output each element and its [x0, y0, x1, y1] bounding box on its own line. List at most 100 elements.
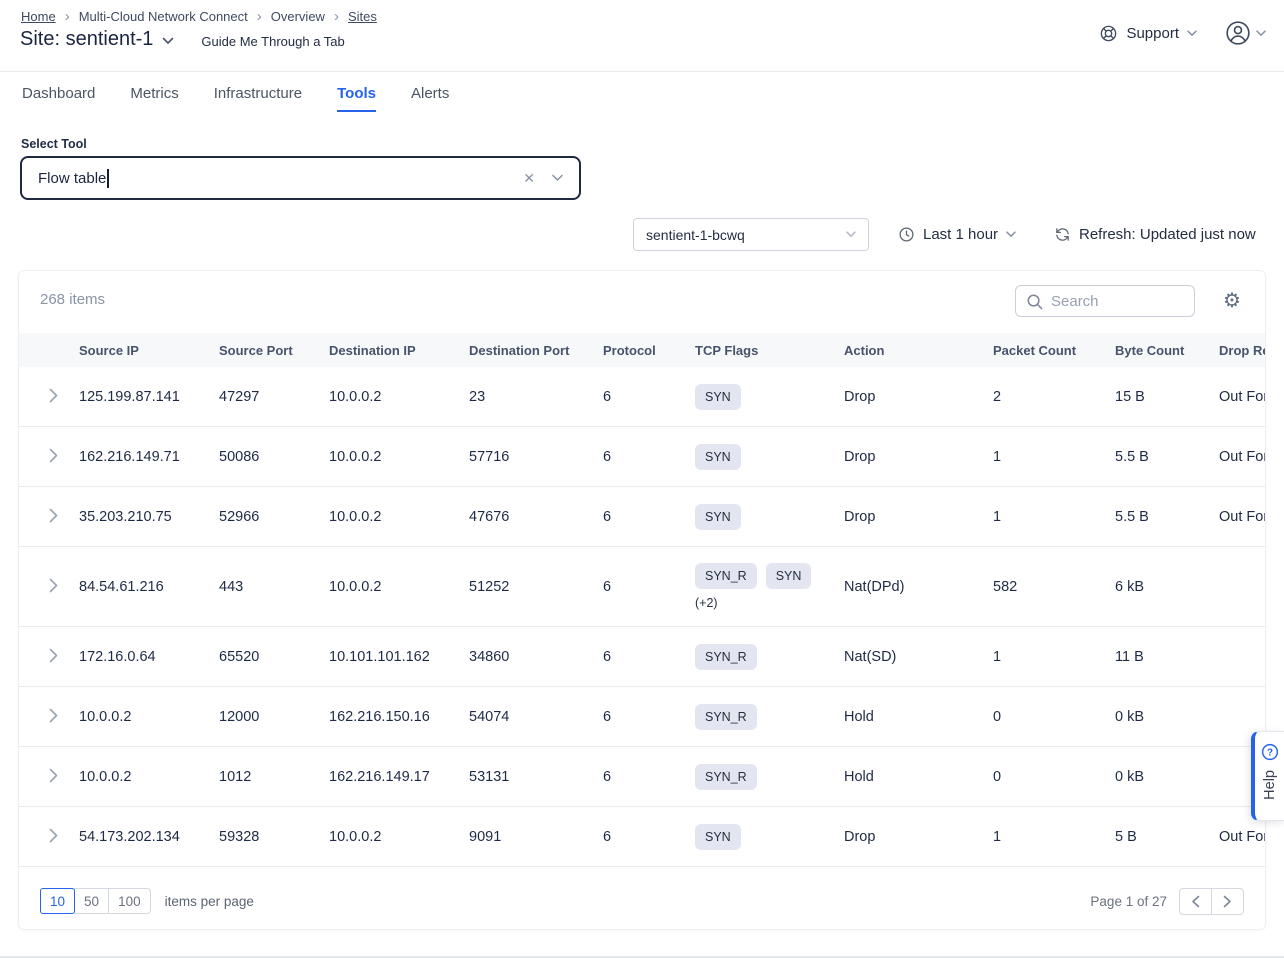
- tcp-flag-badge: SYN: [695, 824, 741, 850]
- cell-byte-count: 5.5 B: [1115, 449, 1219, 465]
- clear-icon[interactable]: ✕: [523, 171, 535, 185]
- cell-source-port: 1012: [219, 769, 329, 785]
- column-header: Destination IP: [329, 343, 469, 358]
- cell-source-port: 65520: [219, 649, 329, 665]
- tcp-flag-badge: SYN_R: [695, 704, 757, 730]
- guide-me-link[interactable]: Guide Me Through a Tab: [201, 34, 344, 49]
- cell-byte-count: 0 kB: [1115, 769, 1219, 785]
- cell-tcp-flags: SYN_RSYN(+2): [695, 547, 844, 626]
- cell-tcp-flags: SYN: [695, 808, 844, 866]
- page-size-100[interactable]: 100: [108, 888, 151, 914]
- prev-page-button[interactable]: [1179, 888, 1212, 915]
- row-expand-button[interactable]: [47, 646, 60, 665]
- help-label: Help: [1262, 770, 1278, 800]
- cell-dest-ip: 10.0.0.2: [329, 389, 469, 405]
- tab-metrics[interactable]: Metrics: [130, 85, 178, 112]
- cell-byte-count: 6 kB: [1115, 579, 1219, 595]
- table-settings-gear-icon[interactable]: ⚙: [1223, 287, 1241, 315]
- select-tool-label: Select Tool: [21, 137, 87, 151]
- page-title: Site: sentient-1: [20, 28, 153, 51]
- cell-drop-reason: Out For: [1219, 829, 1266, 845]
- row-expand-button[interactable]: [47, 766, 60, 785]
- support-icon: [1099, 24, 1118, 43]
- page-size-50[interactable]: 50: [74, 888, 109, 914]
- row-expand-button[interactable]: [47, 826, 60, 845]
- table-header-row: Source IPSource PortDestination IPDestin…: [19, 333, 1266, 367]
- cell-packet-count: 582: [993, 579, 1115, 595]
- breadcrumb-item[interactable]: Home: [21, 9, 56, 24]
- search-input[interactable]: [1051, 293, 1184, 310]
- avatar-icon: [1225, 20, 1251, 46]
- cell-action: Drop: [844, 449, 993, 465]
- node-select[interactable]: sentient-1-bcwq: [633, 218, 869, 251]
- cell-source-ip: 10.0.0.2: [79, 769, 219, 785]
- page-size-10[interactable]: 10: [40, 888, 75, 914]
- breadcrumb-separator-icon: ›: [257, 10, 262, 23]
- refresh-button[interactable]: Refresh: Updated just now: [1054, 218, 1256, 251]
- tab-tools[interactable]: Tools: [337, 85, 376, 112]
- cell-action: Drop: [844, 829, 993, 845]
- cell-action: Nat(SD): [844, 649, 993, 665]
- column-header: Source IP: [79, 343, 219, 358]
- cell-packet-count: 2: [993, 389, 1115, 405]
- flow-table-card: 268 items ⚙ Source IPSource PortDestinat…: [18, 270, 1266, 930]
- tool-select-input[interactable]: Flow table ✕: [20, 156, 581, 200]
- row-expand-button[interactable]: [47, 576, 60, 595]
- help-question-icon: ?: [1261, 743, 1279, 761]
- support-menu[interactable]: Support: [1099, 24, 1197, 43]
- row-expand-button[interactable]: [47, 706, 60, 725]
- user-menu-chevron-icon: [1256, 30, 1266, 37]
- cell-byte-count: 5 B: [1115, 829, 1219, 845]
- cell-packet-count: 1: [993, 829, 1115, 845]
- user-menu[interactable]: [1225, 20, 1266, 46]
- tab-dashboard[interactable]: Dashboard: [22, 85, 95, 112]
- cell-packet-count: 0: [993, 709, 1115, 725]
- cell-source-ip: 162.216.149.71: [79, 449, 219, 465]
- cell-protocol: 6: [603, 509, 695, 525]
- pagination-bar: 1050100 items per page Page 1 of 27: [40, 883, 1244, 919]
- expand-cell: [19, 386, 79, 407]
- title-row: Site: sentient-1 Guide Me Through a Tab: [20, 28, 345, 51]
- expand-cell: [19, 766, 79, 787]
- help-tab[interactable]: ? Help: [1251, 731, 1284, 821]
- cell-source-port: 12000: [219, 709, 329, 725]
- cell-source-ip: 10.0.0.2: [79, 709, 219, 725]
- expand-cell: [19, 576, 79, 597]
- site-switcher-chevron-icon[interactable]: [162, 37, 174, 45]
- cell-byte-count: 11 B: [1115, 649, 1219, 665]
- items-count: 268 items: [40, 291, 105, 308]
- per-page-label: items per page: [165, 894, 254, 909]
- expand-cell: [19, 706, 79, 727]
- tab-bar: Dashboard Metrics Infrastructure Tools Alert…: [22, 85, 449, 112]
- row-expand-button[interactable]: [47, 506, 60, 525]
- cell-source-ip: 84.54.61.216: [79, 579, 219, 595]
- time-range-select[interactable]: Last 1 hour: [898, 218, 1016, 251]
- page-size-group: 1050100: [40, 888, 151, 914]
- tab-infrastructure[interactable]: Infrastructure: [214, 85, 302, 112]
- row-expand-button[interactable]: [47, 446, 60, 465]
- breadcrumb-item: Multi-Cloud Network Connect: [79, 9, 248, 24]
- page-info: Page 1 of 27: [1090, 894, 1167, 909]
- tcp-flag-badge: SYN_R: [695, 764, 757, 790]
- page-nav-group: [1179, 888, 1244, 915]
- support-label: Support: [1126, 25, 1179, 42]
- tab-alerts[interactable]: Alerts: [411, 85, 449, 112]
- cell-tcp-flags: SYN: [695, 428, 844, 486]
- cell-source-port: 52966: [219, 509, 329, 525]
- column-header: Byte Count: [1115, 343, 1219, 358]
- cell-dest-ip: 10.0.0.2: [329, 579, 469, 595]
- cell-dest-ip: 10.0.0.2: [329, 509, 469, 525]
- breadcrumb-item[interactable]: Sites: [348, 9, 377, 24]
- row-expand-button[interactable]: [47, 386, 60, 405]
- table-row: 35.203.210.755296610.0.0.2476766SYNDrop1…: [19, 487, 1266, 547]
- tool-select-chevron-icon[interactable]: [552, 174, 563, 182]
- next-page-button[interactable]: [1211, 888, 1244, 915]
- table-row: 10.0.0.212000162.216.150.16540746SYN_RHo…: [19, 687, 1266, 747]
- cell-protocol: 6: [603, 829, 695, 845]
- cell-packet-count: 0: [993, 769, 1115, 785]
- cell-protocol: 6: [603, 769, 695, 785]
- search-icon: [1026, 293, 1043, 310]
- cell-dest-port: 34860: [469, 649, 603, 665]
- table-row: 10.0.0.21012162.216.149.17531316SYN_RHol…: [19, 747, 1266, 807]
- expand-cell: [19, 446, 79, 467]
